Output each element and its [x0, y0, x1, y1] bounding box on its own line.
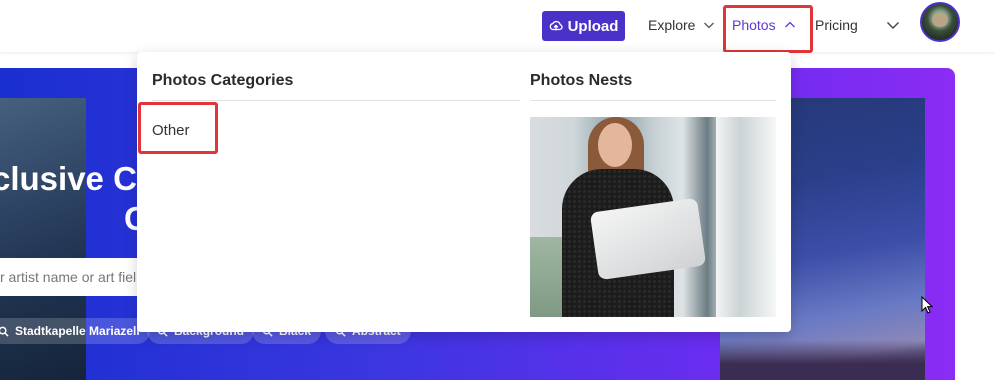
nav-explore[interactable]: Explore: [648, 15, 715, 35]
nest-thumbnail-image[interactable]: [530, 117, 776, 317]
photos-dropdown-menu: Photos Categories Other Photos Nests: [137, 52, 791, 332]
user-avatar[interactable]: [920, 2, 960, 42]
upload-button-label: Upload: [567, 17, 619, 35]
divider: [530, 100, 776, 101]
image-detail: [589, 197, 707, 281]
nav-pricing-label: Pricing: [815, 17, 858, 33]
categories-heading: Photos Categories: [152, 72, 294, 89]
chevron-down-icon: [704, 22, 715, 29]
top-navigation-bar: Upload Explore Photos Pricing: [0, 0, 995, 53]
nav-explore-label: Explore: [648, 17, 696, 33]
nests-heading: Photos Nests: [530, 72, 633, 89]
search-icon: [0, 326, 9, 337]
page: clusive C C r artist name or art fiel St…: [0, 0, 995, 380]
image-detail: [598, 123, 632, 167]
other-highlight-box: [138, 102, 218, 154]
search-tag-label: Stadtkapelle Mariazell: [15, 324, 140, 338]
image-detail: [716, 117, 776, 317]
hero-title: clusive C: [0, 160, 137, 197]
search-tag[interactable]: Stadtkapelle Mariazell: [0, 318, 150, 344]
chevron-down-icon[interactable]: [886, 19, 900, 31]
nav-pricing[interactable]: Pricing: [815, 15, 858, 35]
divider: [152, 100, 520, 101]
upload-cloud-icon: [549, 20, 563, 31]
upload-button[interactable]: Upload: [542, 11, 625, 41]
hero-search-input[interactable]: r artist name or art fiel: [0, 258, 160, 296]
mouse-cursor-icon: [921, 296, 933, 314]
photos-highlight-box: [723, 5, 813, 53]
